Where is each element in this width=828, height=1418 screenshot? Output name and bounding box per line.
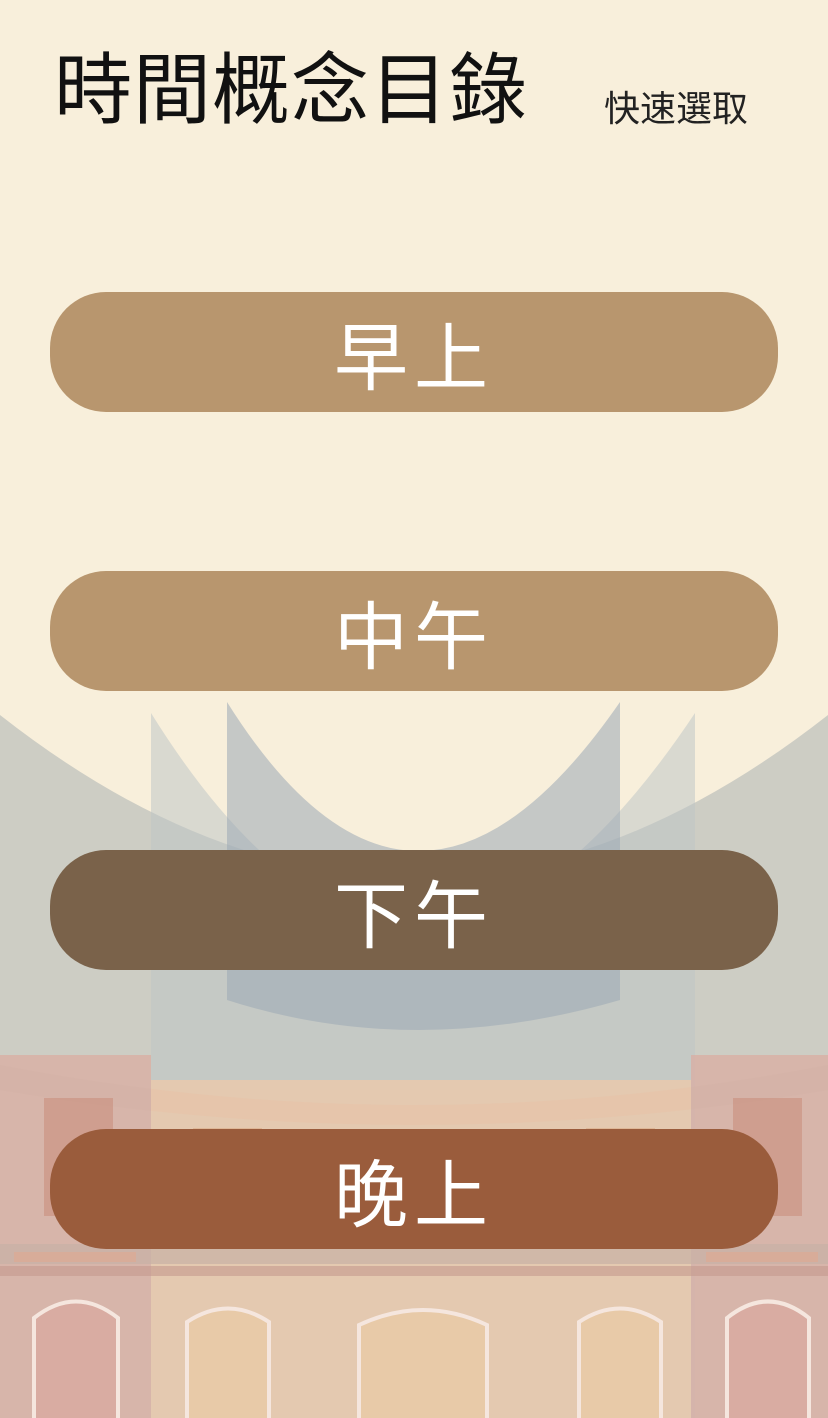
morning-button[interactable]: 早上 bbox=[50, 292, 778, 412]
evening-button[interactable]: 晚上 bbox=[50, 1129, 778, 1249]
time-concept-catalog-screen: 時間概念目錄 快速選取 早上 中午 下午 晚上 bbox=[0, 0, 828, 1418]
quick-select-button[interactable]: 快速選取 bbox=[604, 92, 748, 128]
noon-button[interactable]: 中午 bbox=[50, 571, 778, 691]
page-title: 時間概念目錄 bbox=[54, 46, 529, 136]
afternoon-button[interactable]: 下午 bbox=[50, 850, 778, 970]
